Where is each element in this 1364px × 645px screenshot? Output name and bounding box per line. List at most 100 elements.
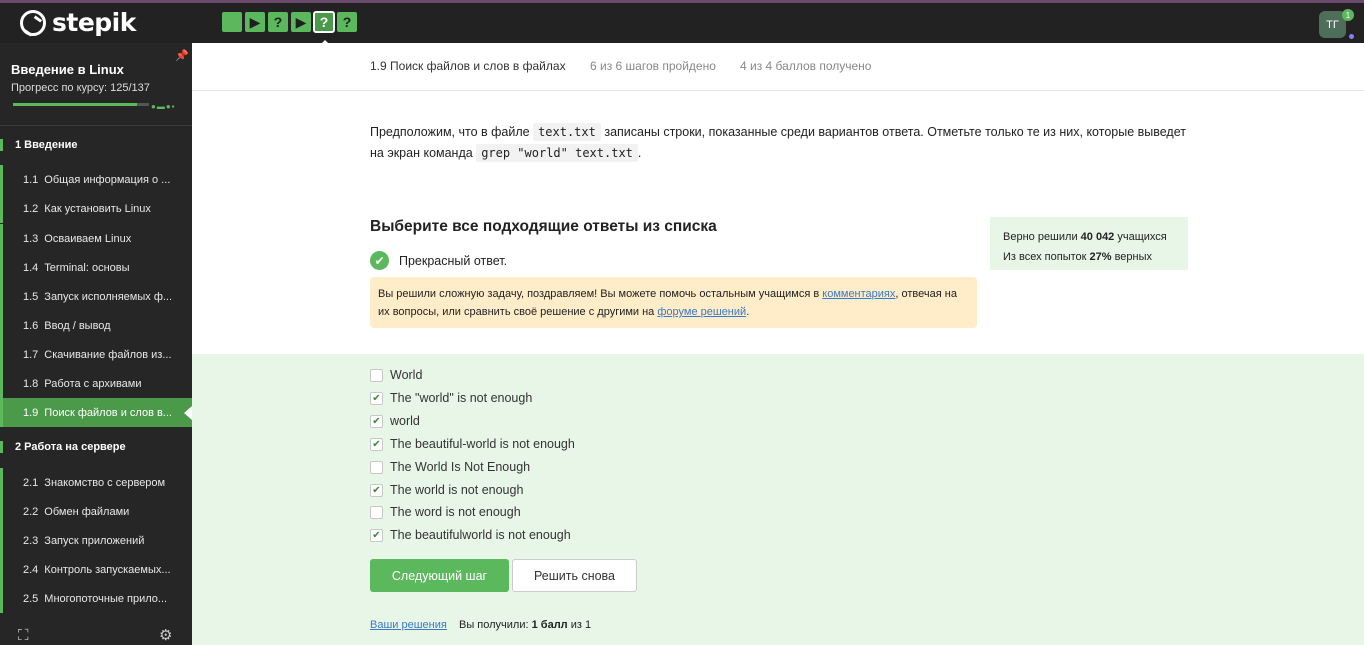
option-label: The World Is Not Enough — [390, 460, 531, 474]
notice-text: Вы решили сложную задачу, поздравляем! В… — [378, 288, 823, 300]
logo-text: stepik — [52, 8, 136, 37]
option-label: The "world" is not enough — [390, 391, 533, 405]
stats-text: Верно решили — [1003, 231, 1081, 243]
lesson-number: 1.4 — [23, 261, 39, 274]
pin-icon[interactable]: 📌 — [175, 49, 189, 62]
progress-dots: ●▬●▪ — [151, 102, 176, 111]
answer-option[interactable]: ✔ The "world" is not enough — [370, 391, 532, 405]
lesson-number: 1.6 — [23, 319, 39, 332]
lesson-label: Поиск файлов и слов в... — [44, 406, 172, 419]
stats-text: верных — [1111, 251, 1153, 263]
sidebar-divider — [0, 125, 192, 126]
score-pre: Вы получили: — [459, 619, 532, 631]
sidebar-item-1-5[interactable]: 1.5 Запуск исполняемых ф... — [0, 282, 192, 311]
lesson-number: 1.5 — [23, 290, 39, 303]
result-status: ✔ Прекрасный ответ. — [370, 251, 507, 270]
answer-option[interactable]: ✔ world — [370, 414, 420, 428]
score-post: из 1 — [567, 619, 592, 631]
module-2[interactable]: 2 Работа на сервере — [0, 441, 192, 453]
checkbox[interactable]: ✔ — [370, 528, 383, 542]
fullscreen-icon[interactable]: ⛶ — [18, 627, 29, 644]
retry-button[interactable]: Решить снова — [512, 559, 637, 592]
stats-text: учащихся — [1114, 231, 1167, 243]
sidebar-item-2-3[interactable]: 2.3 Запуск приложений — [0, 526, 192, 555]
step-3-quiz-icon[interactable]: ? — [268, 12, 288, 32]
sidebar-item-1-3[interactable]: 1.3 Осваиваем Linux — [0, 224, 192, 253]
stepik-logo[interactable]: stepik — [20, 8, 136, 37]
answer-option[interactable]: ✔ The beautifulworld is not enough — [370, 528, 571, 542]
option-label: The beautifulworld is not enough — [390, 528, 571, 542]
option-label: The word is not enough — [390, 505, 521, 519]
step-content: 1.9 Поиск файлов и слов в файлах 6 из 6 … — [192, 43, 1364, 645]
sidebar-item-2-5[interactable]: 2.5 Многопоточные прило... — [0, 584, 192, 613]
notice-text: . — [746, 306, 750, 318]
lesson-number: 1.3 — [23, 232, 39, 245]
your-solutions-link[interactable]: Ваши решения — [370, 619, 447, 631]
answer-option[interactable]: ✔ The world is not enough — [370, 483, 523, 497]
checkbox[interactable]: ✔ — [370, 483, 383, 497]
question-part: Предположим, что в файле — [370, 125, 534, 139]
stats-text: Из всех попыток — [1003, 251, 1090, 263]
answers-panel: World ✔ The "world" is not enough ✔ world … — [192, 354, 1364, 645]
question-part: . — [637, 146, 642, 160]
lesson-label: Знакомство с сервером — [44, 476, 166, 489]
checkbox[interactable] — [370, 505, 383, 519]
answer-option[interactable]: The World Is Not Enough — [370, 460, 530, 474]
answer-option[interactable]: ✔ The beautiful-world is not enough — [370, 437, 575, 451]
solve-stats: Верно решили 40 042 учащихся Из всех поп… — [990, 217, 1188, 270]
option-label: The world is not enough — [390, 483, 524, 497]
next-step-button[interactable]: Следующий шаг — [370, 559, 509, 592]
checkbox[interactable] — [370, 460, 383, 474]
step-2-video-icon[interactable]: ▶ — [245, 12, 265, 32]
lesson-label: Запуск приложений — [44, 534, 145, 547]
answer-option[interactable]: The word is not enough — [370, 505, 521, 519]
lesson-label: Осваиваем Linux — [44, 232, 132, 245]
status-dot — [1349, 34, 1354, 39]
code-command: grep "world" text.txt — [476, 144, 638, 162]
sidebar-header: 📌 Введение в Linux Прогресс по курсу: 12… — [0, 43, 192, 126]
gear-icon[interactable]: ⚙ — [159, 626, 172, 644]
stats-solved: Верно решили 40 042 учащихся — [1003, 227, 1175, 247]
step-6-quiz-icon[interactable]: ? — [337, 12, 357, 32]
comments-link[interactable]: комментариях — [822, 288, 895, 300]
sidebar-item-1-6[interactable]: 1.6 Ввод / вывод — [0, 311, 192, 340]
solutions-forum-link[interactable]: форуме решений — [657, 306, 746, 318]
sidebar-item-1-9[interactable]: 1.9 Поиск файлов и слов в... — [0, 398, 192, 427]
sidebar-item-1-1[interactable]: 1.1 Общая информация о ... — [0, 165, 192, 194]
lesson-label: Ввод / вывод — [44, 319, 111, 332]
option-label: world — [390, 414, 420, 428]
question-text: Предположим, что в файле text.txt записа… — [370, 122, 1190, 164]
sidebar-item-1-2[interactable]: 1.2 Как установить Linux — [0, 194, 192, 223]
score-value: 1 балл — [531, 619, 568, 631]
step-1-text-icon[interactable] — [222, 12, 242, 32]
course-sidebar: 📌 Введение в Linux Прогресс по курсу: 12… — [0, 43, 192, 645]
step-4-video-icon[interactable]: ▶ — [291, 12, 311, 32]
lesson-title: 1.9 Поиск файлов и слов в файлах — [370, 59, 566, 73]
checkbox[interactable] — [370, 368, 383, 382]
course-title[interactable]: Введение в Linux — [11, 62, 124, 77]
sidebar-item-1-7[interactable]: 1.7 Скачивание файлов из... — [0, 340, 192, 369]
lesson-label: Запуск исполняемых ф... — [44, 290, 173, 303]
checkbox[interactable]: ✔ — [370, 391, 383, 405]
checkbox[interactable]: ✔ — [370, 437, 383, 451]
lesson-number: 2.5 — [23, 592, 39, 605]
option-label: World — [390, 368, 423, 382]
lesson-number: 1.2 — [23, 202, 39, 215]
sidebar-item-1-4[interactable]: 1.4 Terminal: основы — [0, 253, 192, 282]
checkbox[interactable]: ✔ — [370, 414, 383, 428]
notification-badge: 1 — [1342, 9, 1354, 21]
sidebar-item-2-1[interactable]: 2.1 Знакомство с сервером — [0, 468, 192, 497]
sidebar-item-1-8[interactable]: 1.8 Работа с архивами — [0, 369, 192, 398]
module-1[interactable]: 1 Введение — [0, 139, 192, 151]
answer-option[interactable]: World — [370, 368, 422, 382]
result-text: Прекрасный ответ. — [399, 253, 508, 268]
sidebar-item-2-4[interactable]: 2.4 Контроль запускаемых... — [0, 555, 192, 584]
code-filename: text.txt — [533, 123, 601, 141]
step-5-quiz-icon[interactable]: ? — [313, 11, 335, 33]
lesson-label: Скачивание файлов из... — [44, 348, 172, 361]
lesson-label: Общая информация о ... — [44, 173, 171, 186]
lesson-label: Работа с архивами — [44, 377, 142, 390]
lesson-number: 1.7 — [23, 348, 39, 361]
stats-number: 27% — [1089, 251, 1112, 263]
sidebar-item-2-2[interactable]: 2.2 Обмен файлами — [0, 497, 192, 526]
